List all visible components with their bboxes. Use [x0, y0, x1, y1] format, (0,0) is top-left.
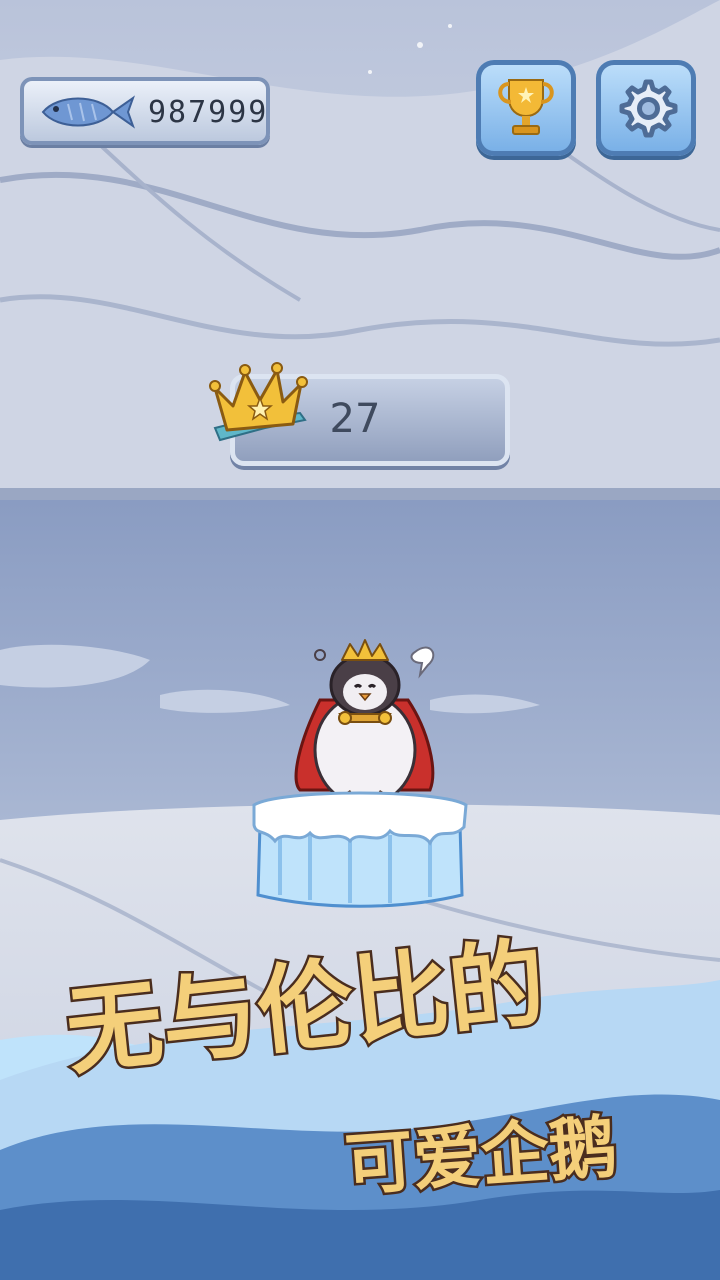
crown-icon	[209, 362, 308, 442]
fish-icon	[41, 95, 135, 129]
fish-currency-panel: 987999	[20, 77, 270, 145]
settings-button[interactable]	[596, 60, 696, 156]
game-scene: 987999 27 无与伦比的 可爱企鹅	[0, 0, 720, 1280]
trophy-icon	[498, 79, 554, 135]
ice-pillar	[252, 791, 468, 908]
fish-count: 987999	[148, 95, 269, 130]
leaderboard-button[interactable]	[476, 60, 576, 156]
slogan-line-2: 可爱企鹅	[340, 1106, 622, 1209]
gear-icon	[619, 79, 678, 138]
